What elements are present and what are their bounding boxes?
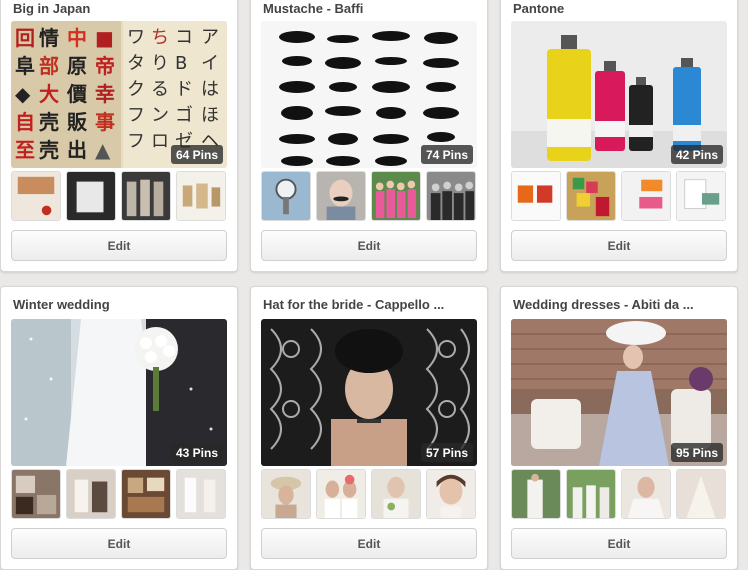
svg-text:情: 情: [39, 26, 59, 50]
board-card-pantone[interactable]: Pantone 42 Pins Edit: [500, 0, 738, 272]
svg-text:壳: 壳: [38, 138, 59, 162]
svg-text:ン: ン: [151, 105, 169, 126]
svg-text:帝: 帝: [95, 54, 115, 78]
board-cover-image[interactable]: 43 Pins: [11, 319, 227, 466]
svg-text:幸: 幸: [95, 82, 115, 106]
svg-text:原: 原: [67, 54, 87, 78]
board-thumbnail[interactable]: [11, 171, 61, 221]
board-thumbnail[interactable]: [66, 171, 116, 221]
board-card-big-in-japan[interactable]: Big in Japan 回情中 ■ 阜部原帝 ◆ 大價幸 自壳販事 至壳出 ▲ ワち…: [0, 0, 238, 272]
board-title[interactable]: Winter wedding: [13, 297, 227, 312]
pin-count-badge: 74 Pins: [420, 145, 473, 164]
svg-text:ワ: ワ: [127, 27, 145, 48]
board-thumbnail[interactable]: [121, 469, 171, 519]
svg-text:◆: ◆: [15, 82, 31, 106]
board-thumbnails: [261, 171, 477, 221]
board-thumbnail[interactable]: [176, 469, 226, 519]
board-cover-image[interactable]: 回情中 ■ 阜部原帝 ◆ 大價幸 自壳販事 至壳出 ▲ ワちコア タりBイ クるドは …: [11, 21, 227, 168]
svg-text:大: 大: [39, 82, 59, 106]
board-title[interactable]: Wedding dresses - Abiti da ...: [513, 297, 727, 312]
board-title[interactable]: Mustache - Baffi: [263, 1, 477, 16]
svg-text:B: B: [175, 53, 187, 74]
board-thumbnail[interactable]: [621, 469, 671, 519]
board-thumbnail[interactable]: [511, 469, 561, 519]
svg-text:ロ: ロ: [151, 131, 169, 152]
board-card-winter-wedding[interactable]: Winter wedding 43 Pins Edit: [0, 286, 238, 570]
edit-board-button[interactable]: Edit: [11, 230, 227, 261]
board-thumbnails: [511, 171, 727, 221]
board-cover-image[interactable]: 95 Pins: [511, 319, 727, 466]
svg-text:事: 事: [95, 110, 115, 134]
board-thumbnails: [11, 171, 227, 221]
svg-text:フ: フ: [127, 131, 145, 152]
svg-text:る: る: [151, 79, 169, 100]
svg-text:阜: 阜: [15, 54, 35, 78]
svg-text:タ: タ: [127, 53, 145, 74]
svg-text:■: ■: [95, 26, 114, 50]
board-thumbnail[interactable]: [566, 469, 616, 519]
board-thumbnails: [11, 469, 227, 519]
svg-text:ド: ド: [175, 79, 193, 100]
svg-text:ア: ア: [201, 27, 219, 48]
board-thumbnail[interactable]: [176, 171, 226, 221]
svg-text:ち: ち: [151, 27, 169, 48]
svg-text:價: 價: [66, 82, 88, 106]
svg-text:回: 回: [15, 26, 35, 50]
svg-text:▲: ▲: [95, 138, 111, 162]
board-thumbnail[interactable]: [316, 469, 366, 519]
svg-text:至: 至: [15, 138, 35, 162]
edit-board-button[interactable]: Edit: [261, 230, 477, 261]
board-cover-image[interactable]: 42 Pins: [511, 21, 727, 168]
edit-board-button[interactable]: Edit: [511, 230, 727, 261]
board-thumbnail[interactable]: [66, 469, 116, 519]
pin-count-badge: 64 Pins: [170, 145, 223, 164]
board-thumbnail[interactable]: [566, 171, 616, 221]
svg-text:は: は: [201, 79, 219, 100]
board-thumbnail[interactable]: [11, 469, 61, 519]
pin-count-badge: 43 Pins: [170, 443, 223, 462]
board-thumbnail[interactable]: [371, 171, 421, 221]
board-card-wedding-dresses[interactable]: Wedding dresses - Abiti da ... 95 Pins E…: [500, 286, 738, 570]
svg-text:ク: ク: [127, 79, 145, 100]
svg-text:自: 自: [15, 110, 35, 134]
svg-text:出: 出: [67, 138, 87, 162]
pin-count-badge: 95 Pins: [670, 443, 723, 462]
svg-text:壳: 壳: [38, 110, 59, 134]
board-title[interactable]: Pantone: [513, 1, 727, 16]
board-cover-image[interactable]: 57 Pins: [261, 319, 477, 466]
board-thumbnail[interactable]: [426, 171, 476, 221]
svg-text:イ: イ: [201, 53, 219, 74]
svg-text:コ: コ: [175, 27, 193, 48]
pin-count-badge: 57 Pins: [420, 443, 473, 462]
board-thumbnail[interactable]: [621, 171, 671, 221]
board-thumbnail[interactable]: [511, 171, 561, 221]
board-thumbnails: [511, 469, 727, 519]
board-thumbnail[interactable]: [676, 469, 726, 519]
board-title[interactable]: Big in Japan: [13, 1, 227, 16]
board-cover-image[interactable]: 74 Pins: [261, 21, 477, 168]
board-thumbnail[interactable]: [316, 171, 366, 221]
board-card-hat-for-the-bride[interactable]: Hat for the bride - Cappello ... 57 Pins…: [250, 286, 488, 570]
board-thumbnails: [261, 469, 477, 519]
board-thumbnail[interactable]: [371, 469, 421, 519]
svg-text:り: り: [151, 53, 169, 74]
svg-text:中: 中: [67, 26, 87, 50]
board-thumbnail[interactable]: [121, 171, 171, 221]
svg-text:ほ: ほ: [201, 105, 219, 126]
board-card-mustache-baffi[interactable]: Mustache - Baffi 74 Pins Edit: [250, 0, 488, 272]
board-thumbnail[interactable]: [261, 469, 311, 519]
board-thumbnail[interactable]: [426, 469, 476, 519]
pin-count-badge: 42 Pins: [670, 145, 723, 164]
board-title[interactable]: Hat for the bride - Cappello ...: [263, 297, 477, 312]
svg-text:部: 部: [39, 54, 59, 78]
board-thumbnail[interactable]: [676, 171, 726, 221]
svg-text:販: 販: [67, 110, 88, 134]
svg-text:フ: フ: [127, 105, 145, 126]
board-thumbnail[interactable]: [261, 171, 311, 221]
svg-text:ゴ: ゴ: [175, 105, 193, 126]
